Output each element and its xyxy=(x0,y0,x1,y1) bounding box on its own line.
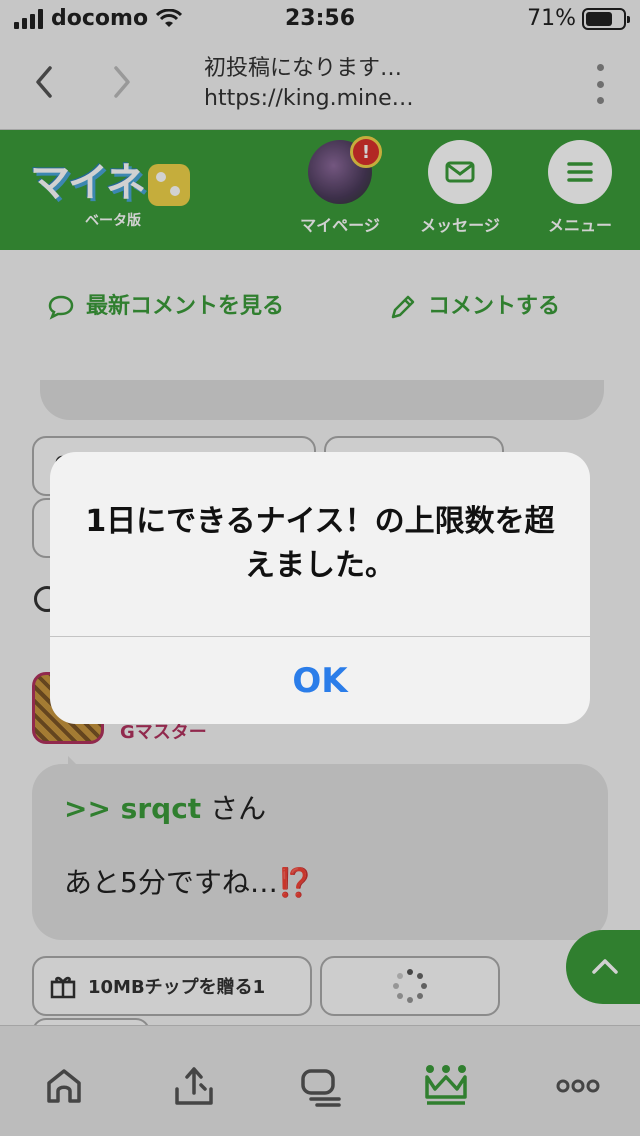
alert-dialog: 1日にできるナイス！の上限数を超えました。 OK xyxy=(50,452,590,724)
alert-message: 1日にできるナイス！の上限数を超えました。 xyxy=(85,504,555,583)
ok-button[interactable]: OK xyxy=(50,637,590,724)
